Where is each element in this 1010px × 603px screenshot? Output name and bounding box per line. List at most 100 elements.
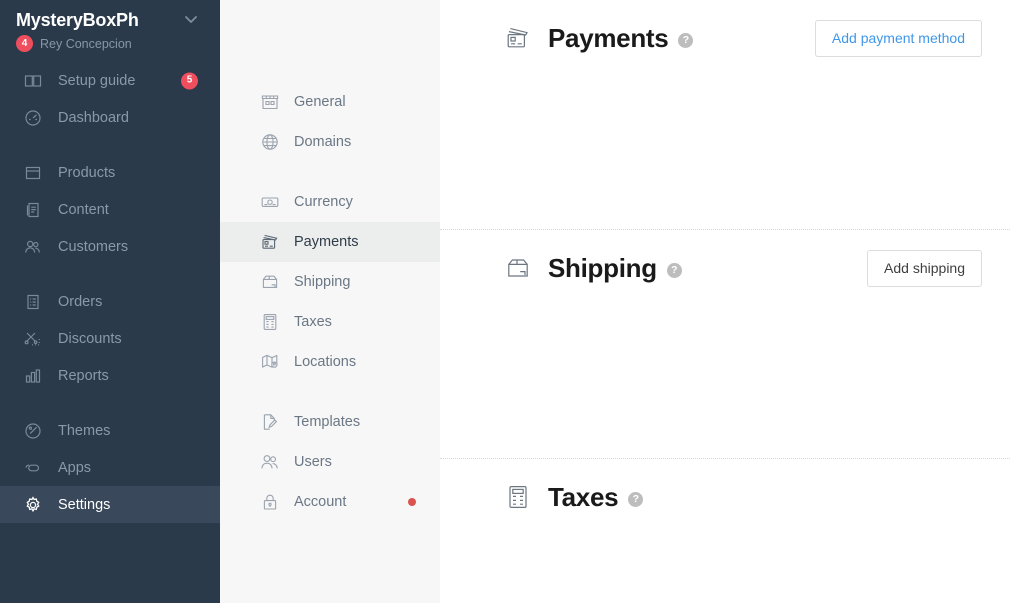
palette-icon [24,422,42,440]
settings-item-label: Currency [294,194,353,210]
sidebar-item-label: Discounts [58,330,122,347]
user-notification-badge[interactable]: 4 [16,35,33,52]
sidebar-item-label: Content [58,201,109,218]
settings-item-label: Taxes [294,314,332,330]
settings-item-label: Payments [294,234,359,250]
book-icon [24,72,42,90]
package-icon [260,272,280,292]
settings-item-account[interactable]: Account [220,482,440,522]
settings-item-label: Templates [294,414,361,430]
settings-item-general[interactable]: General [220,82,440,122]
box-icon [24,164,42,182]
settings-item-domains[interactable]: Domains [220,122,440,162]
lock-icon [260,492,280,512]
map-pin-icon [260,352,280,372]
settings-item-payments[interactable]: Payments [220,222,440,262]
payments-action-wrap: Add payment method [814,19,982,57]
nav-group-4: Themes Apps Settings [0,412,220,523]
page-title: Payments [548,23,669,53]
store-user-name: Rey Concepcion [40,36,132,51]
sidebar-item-label: Themes [58,422,111,439]
taxes-title-wrap: Taxes ? [504,482,644,512]
sidebar-item-reports[interactable]: Reports [0,357,220,394]
settings-item-label: Locations [294,354,357,370]
taxes-section: Taxes ? [440,458,1010,603]
primary-sidebar: MysteryBoxPh 4 Rey Concepcion Setup guid… [0,0,220,603]
store-user-row: 4 Rey Concepcion [16,35,204,52]
apps-icon [24,459,42,477]
settings-item-templates[interactable]: Templates [220,402,440,442]
main-content: Payments ? Add payment method Shipping ? [440,0,1010,603]
order-list-icon [24,293,42,311]
sidebar-item-settings[interactable]: Settings [0,486,220,523]
sidebar-item-setup-guide[interactable]: Setup guide 5 [0,62,220,99]
sidebar-item-label: Setup guide [58,72,136,89]
nav-group-2: Products Content Customers [0,154,220,265]
payments-icon [260,232,280,252]
add-shipping-button[interactable]: Add shipping [867,249,982,287]
sidebar-item-label: Dashboard [58,109,129,126]
people-icon [260,452,280,472]
page-title: Taxes [548,482,619,512]
settings-item-label: Users [294,454,332,470]
sidebar-item-content[interactable]: Content [0,191,220,228]
clipboard-icon [24,201,42,219]
sidebar-item-customers[interactable]: Customers [0,228,220,265]
gear-icon [24,495,42,514]
settings-group-3: Templates Users Account [220,402,440,522]
settings-item-label: Shipping [294,274,351,290]
sidebar-item-label: Apps [58,459,92,476]
shipping-section: Shipping ? Add shipping [440,229,1010,458]
settings-item-taxes[interactable]: Taxes [220,302,440,342]
payments-title-wrap: Payments ? [504,23,694,53]
sidebar-item-discounts[interactable]: Discounts [0,320,220,357]
store-name: MysteryBoxPh [16,10,139,30]
gauge-icon [24,109,42,127]
settings-group-1: General Domains [220,82,440,162]
page-title: Shipping [548,253,657,283]
bar-chart-icon [24,367,42,385]
settings-item-label: Domains [294,134,352,150]
sidebar-item-label: Reports [58,367,109,384]
app-root: MysteryBoxPh 4 Rey Concepcion Setup guid… [0,0,1010,603]
sidebar-item-label: Settings [58,496,111,513]
payments-section-header: Payments ? Add payment method [440,0,1010,76]
nav-group-1: Setup guide 5 Dashboard [0,62,220,136]
sidebar-item-products[interactable]: Products [0,154,220,191]
sidebar-item-label: Customers [58,238,129,255]
banknote-icon [260,192,280,212]
chevron-down-icon[interactable] [182,10,200,28]
settings-item-label: Account [294,494,347,510]
sidebar-item-label: Orders [58,293,103,310]
people-icon [24,238,42,256]
sidebar-item-dashboard[interactable]: Dashboard [0,99,220,136]
help-icon[interactable]: ? [678,32,694,48]
taxes-section-header: Taxes ? [440,459,1010,535]
package-icon [504,254,532,282]
payments-section: Payments ? Add payment method [440,0,1010,229]
help-icon[interactable]: ? [666,262,682,278]
setup-guide-badge: 5 [181,72,198,89]
shipping-section-header: Shipping ? Add shipping [440,230,1010,306]
settings-menu-spacer [220,0,440,82]
settings-group-2: Currency Payments Shipping Taxes Locatio… [220,182,440,382]
calculator-icon [260,312,280,332]
settings-item-users[interactable]: Users [220,442,440,482]
sidebar-item-themes[interactable]: Themes [0,412,220,449]
storefront-icon [260,92,280,112]
settings-item-locations[interactable]: Locations [220,342,440,382]
sidebar-item-orders[interactable]: Orders [0,283,220,320]
settings-item-currency[interactable]: Currency [220,182,440,222]
document-edit-icon [260,412,280,432]
settings-menu-panel: General Domains Currency Payments Shippi… [220,0,440,603]
help-icon[interactable]: ? [628,491,644,507]
nav-group-3: Orders Discounts Reports [0,283,220,394]
shipping-title-wrap: Shipping ? [504,253,682,283]
sidebar-item-apps[interactable]: Apps [0,449,220,486]
account-alert-dot [408,498,416,506]
scissors-icon [24,330,42,348]
settings-item-shipping[interactable]: Shipping [220,262,440,302]
store-header[interactable]: MysteryBoxPh 4 Rey Concepcion [0,0,220,62]
globe-icon [260,132,280,152]
add-payment-method-button[interactable]: Add payment method [814,19,982,57]
